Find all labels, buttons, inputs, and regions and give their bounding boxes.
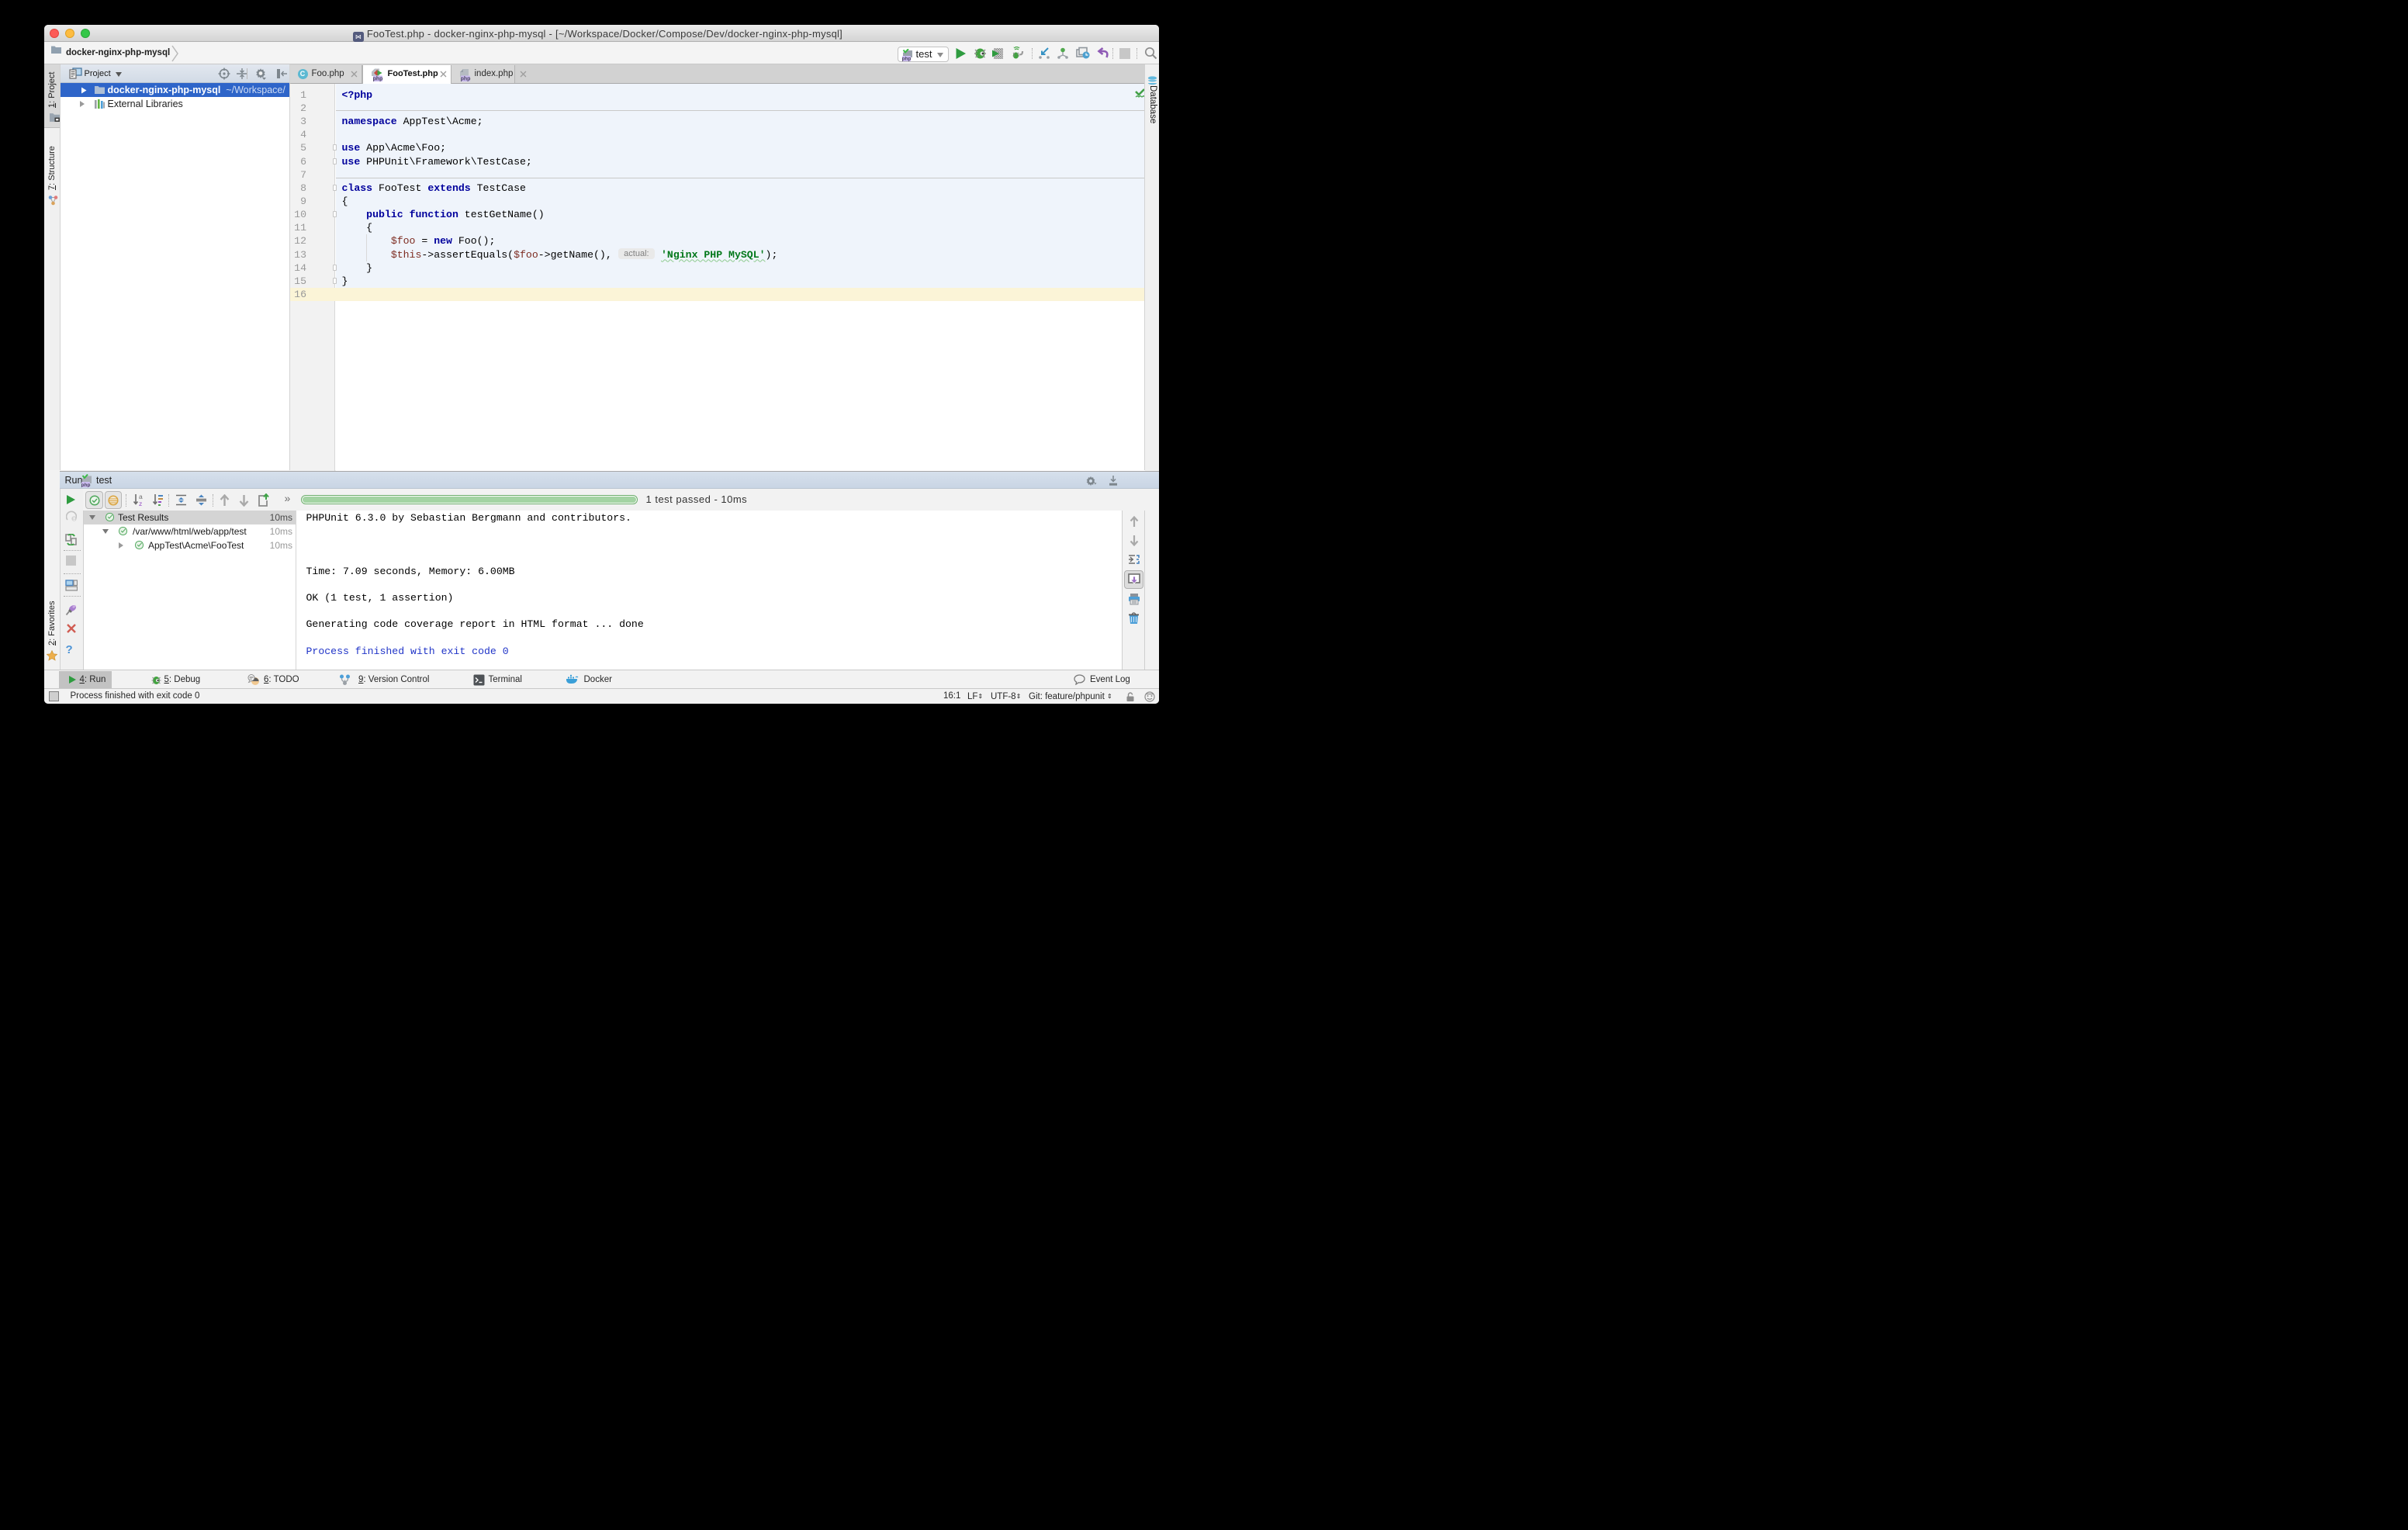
svg-text:php: php	[373, 76, 383, 81]
svg-text:php: php	[460, 76, 470, 81]
svg-text:php: php	[81, 482, 91, 486]
svg-text:php: php	[901, 56, 911, 61]
svg-text:z: z	[139, 500, 142, 507]
